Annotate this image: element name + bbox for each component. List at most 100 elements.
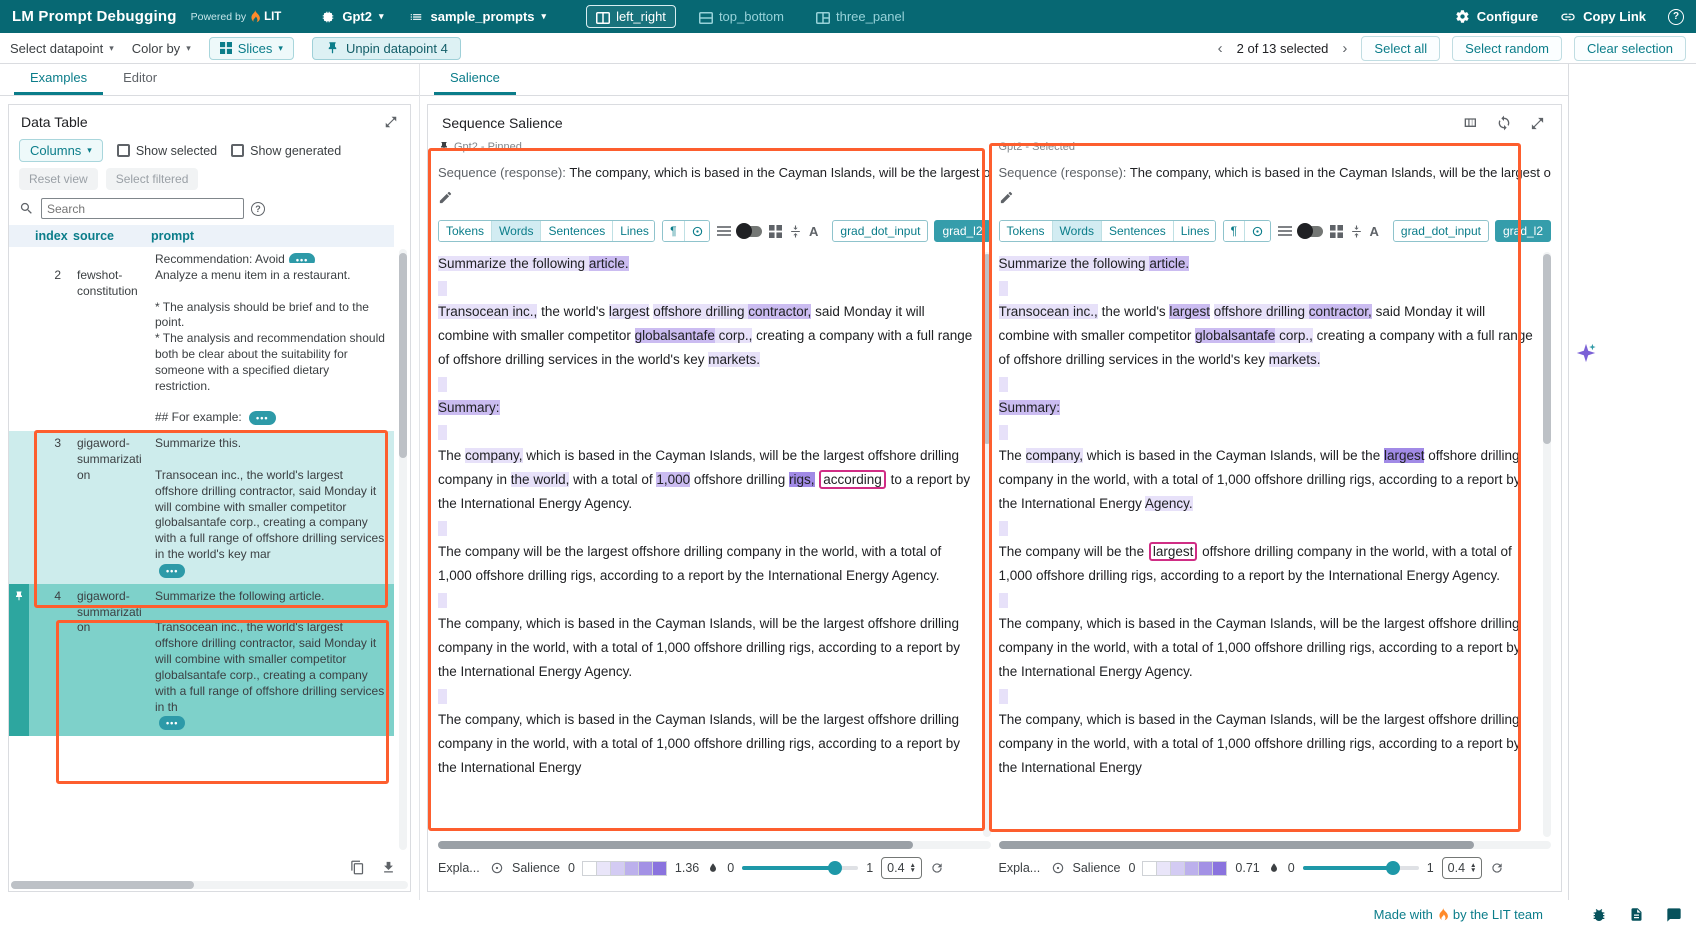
slider-thumb[interactable] — [1386, 861, 1400, 875]
show-generated-checkbox[interactable]: Show generated — [231, 144, 341, 158]
select-all-button[interactable]: Select all — [1361, 36, 1440, 61]
expand-icon[interactable] — [384, 115, 398, 129]
columns-button[interactable]: Columns▾ — [19, 139, 103, 162]
model-select[interactable]: Gpt2▾ — [321, 9, 383, 24]
column-header-source[interactable]: source — [73, 229, 151, 243]
token[interactable]: 1,000 — [656, 472, 690, 487]
token[interactable]: The company, which is based in the Cayma… — [999, 616, 1521, 679]
token[interactable] — [815, 472, 819, 487]
color-by-dropdown[interactable]: Color by▾ — [132, 41, 191, 56]
edit-icon[interactable] — [999, 190, 1014, 205]
menu-icon[interactable] — [1278, 225, 1292, 237]
token[interactable]: The company, which is based in the Cayma… — [438, 712, 960, 775]
gamma-input[interactable]: 0.4 ▲▼ — [881, 857, 922, 879]
token[interactable]: the world, — [511, 472, 570, 487]
token[interactable]: globalsantafe — [1195, 328, 1275, 343]
token[interactable]: Agency. — [1145, 496, 1193, 511]
method-grad_dot_input[interactable]: grad_dot_input — [832, 220, 928, 242]
token[interactable]: largest — [1169, 304, 1210, 319]
dataset-select[interactable]: sample_prompts▾ — [409, 9, 546, 24]
token[interactable]: The company will be the — [999, 544, 1148, 559]
select-datapoint-dropdown[interactable]: Select datapoint▾ — [10, 41, 114, 56]
token[interactable]: corp., — [715, 328, 753, 343]
token[interactable]: the following — [506, 256, 589, 271]
granularity-sentences[interactable]: Sentences — [1102, 221, 1174, 241]
token[interactable]: largest — [1149, 542, 1198, 561]
layout-top_bottom[interactable]: top_bottom — [690, 6, 793, 27]
token[interactable]: article. — [589, 256, 629, 271]
newline-token[interactable] — [438, 689, 447, 704]
threshold-slider[interactable] — [1303, 861, 1419, 875]
token[interactable]: The company will be the largest offshore… — [438, 544, 941, 583]
table-horizontal-scrollbar[interactable] — [11, 881, 408, 889]
token[interactable]: Summarize — [438, 256, 506, 271]
token[interactable]: largest — [1384, 448, 1425, 463]
token[interactable]: according — [819, 470, 886, 489]
pilcrow-toggle[interactable]: ¶ — [663, 221, 684, 241]
token[interactable]: which is based in the Cayman Islands, wi… — [1083, 448, 1384, 463]
token[interactable]: The company, which is based in the Cayma… — [999, 712, 1521, 775]
reset-view-button[interactable]: Reset view — [19, 168, 98, 190]
token[interactable]: rigs, — [789, 472, 815, 487]
sync-icon[interactable] — [1496, 115, 1512, 131]
grid-icon[interactable] — [769, 225, 782, 238]
toggle-switch[interactable] — [1299, 226, 1323, 237]
slider-thumb[interactable] — [828, 861, 842, 875]
token[interactable]: Summary: — [438, 400, 500, 415]
stepper-icons[interactable]: ▲▼ — [910, 863, 916, 874]
token[interactable]: article. — [1149, 256, 1189, 271]
expand-icon[interactable] — [1530, 115, 1545, 131]
newline-token[interactable] — [438, 425, 447, 440]
show-selected-checkbox[interactable]: Show selected — [117, 144, 217, 158]
newline-token[interactable] — [999, 425, 1008, 440]
token[interactable]: inc., — [513, 304, 538, 319]
granularity-lines[interactable]: Lines — [1174, 221, 1216, 241]
granularity-words[interactable]: Words — [492, 221, 541, 241]
table-row[interactable]: 4gigaword-summarizationSummarize the fol… — [9, 584, 394, 736]
token[interactable]: The company, which is based in the Cayma… — [438, 616, 960, 679]
feedback-icon[interactable] — [1666, 907, 1682, 923]
token[interactable]: markets. — [1269, 352, 1321, 367]
vertical-align-icon[interactable] — [1350, 225, 1363, 238]
newline-token[interactable] — [438, 521, 447, 536]
token[interactable]: markets. — [708, 352, 760, 367]
edit-icon[interactable] — [438, 190, 453, 205]
token[interactable]: contractor, — [1309, 304, 1372, 319]
token[interactable]: contractor, — [748, 304, 811, 319]
token[interactable]: offshore drilling — [690, 472, 789, 487]
granularity-words[interactable]: Words — [1053, 221, 1102, 241]
gamma-input[interactable]: 0.4 ▲▼ — [1442, 857, 1483, 879]
token[interactable]: corp., — [1275, 328, 1313, 343]
token[interactable]: The — [438, 448, 465, 463]
token[interactable]: Transocean — [999, 304, 1074, 319]
column-header-index[interactable]: index — [29, 229, 73, 243]
granularity-lines[interactable]: Lines — [613, 221, 655, 241]
slices-button[interactable]: Slices▾ — [209, 37, 294, 60]
token[interactable]: company, — [465, 448, 523, 463]
expand-text-chip[interactable]: ••• — [159, 716, 185, 730]
newline-token[interactable] — [438, 593, 447, 608]
granularity-tokens[interactable]: Tokens — [1000, 221, 1053, 241]
help-icon[interactable]: ? — [1668, 9, 1684, 25]
menu-icon[interactable] — [717, 225, 731, 237]
horizontal-scrollbar[interactable] — [999, 841, 1552, 849]
tab-editor[interactable]: Editor — [107, 64, 173, 95]
token[interactable]: with a total of — [569, 472, 656, 487]
columns-layout-icon[interactable] — [1462, 115, 1478, 131]
vertical-scrollbar[interactable] — [1543, 252, 1551, 837]
dot-toggle[interactable] — [1245, 221, 1270, 241]
reset-icon[interactable] — [930, 861, 944, 875]
token[interactable]: the world's — [1098, 304, 1170, 319]
table-row[interactable]: 2fewshot-constitutionAnalyze a menu item… — [9, 263, 394, 431]
expand-text-chip[interactable]: ••• — [289, 253, 315, 263]
configure-button[interactable]: Configure — [1455, 9, 1538, 24]
bug-report-icon[interactable] — [1591, 907, 1607, 923]
newline-token[interactable] — [999, 377, 1008, 392]
newline-token[interactable] — [999, 593, 1008, 608]
token[interactable]: the following — [1067, 256, 1150, 271]
column-header-prompt[interactable]: prompt — [151, 229, 394, 243]
table-vertical-scrollbar[interactable] — [399, 249, 407, 850]
threshold-slider[interactable] — [742, 861, 858, 875]
reset-icon[interactable] — [1490, 861, 1504, 875]
download-icon[interactable] — [381, 860, 396, 875]
